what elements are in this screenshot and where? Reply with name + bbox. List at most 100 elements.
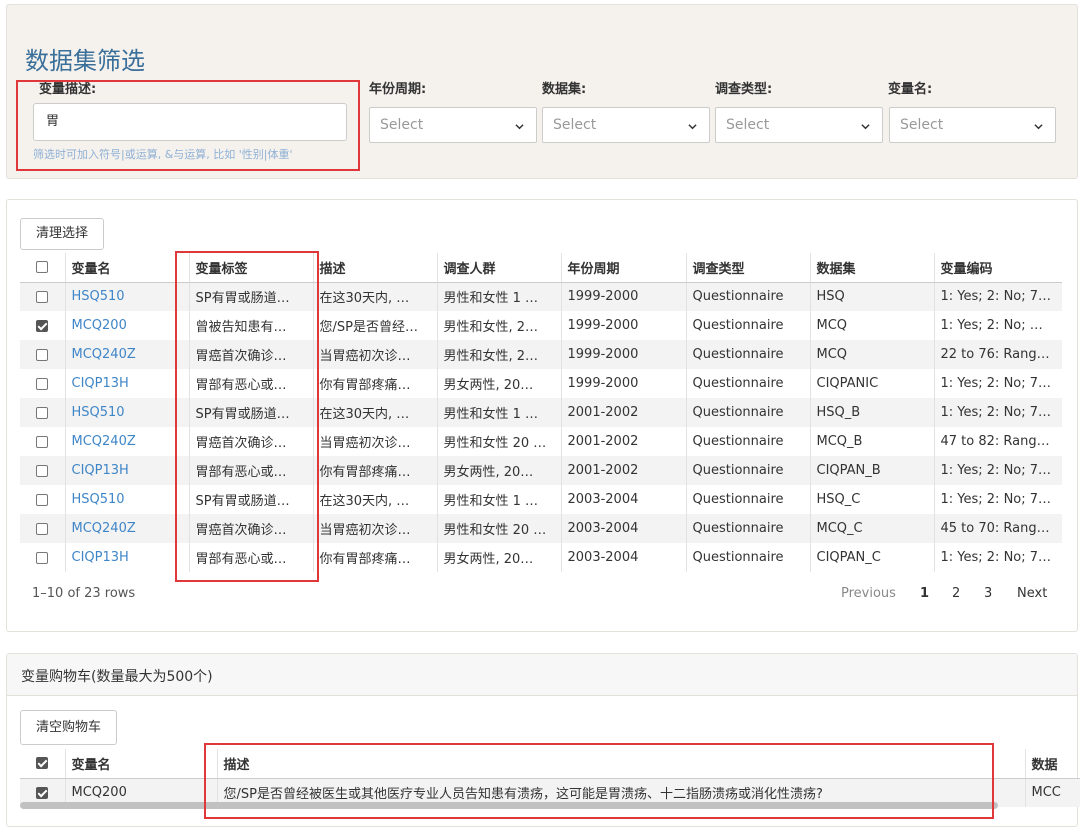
pagination-page-1[interactable]: 1 bbox=[920, 586, 929, 601]
row-checkbox-cell[interactable] bbox=[20, 456, 65, 485]
variable-name-link[interactable]: MCQ240Z bbox=[64, 514, 189, 543]
row-checkbox[interactable] bbox=[36, 435, 49, 448]
var-desc-input[interactable]: 胃 bbox=[33, 103, 347, 141]
row-checkbox-cell[interactable] bbox=[20, 282, 65, 311]
cell-code: 47 to 82: Rang… bbox=[933, 427, 1062, 456]
clear-selection-button[interactable]: 清理选择 bbox=[20, 218, 104, 250]
variable-name-link[interactable]: CIQP13H bbox=[64, 456, 189, 485]
chevron-down-icon bbox=[861, 124, 870, 130]
variable-name-link[interactable]: CIQP13H bbox=[64, 369, 189, 398]
row-checkbox[interactable] bbox=[36, 406, 49, 419]
horizontal-scrollbar[interactable] bbox=[20, 802, 998, 809]
var-name-select[interactable]: Select bbox=[889, 107, 1056, 143]
year-select-value: Select bbox=[380, 117, 424, 133]
variable-name-link[interactable]: MCQ240Z bbox=[64, 340, 189, 369]
row-checkbox-cell[interactable] bbox=[20, 427, 65, 456]
cart-column-header[interactable]: 数据 bbox=[1024, 749, 1080, 779]
filter-title: 数据集筛选 bbox=[25, 47, 145, 75]
row-checkbox[interactable] bbox=[36, 551, 49, 564]
cell-dataset: CIQPAN_B bbox=[809, 456, 934, 485]
cart-column-header[interactable]: 描述 bbox=[216, 749, 1025, 779]
cart-select-all-checkbox[interactable] bbox=[36, 757, 49, 770]
chevron-down-icon bbox=[1034, 124, 1043, 130]
year-label: 年份周期: bbox=[369, 82, 427, 97]
table-row[interactable]: HSQ510 SP有胃或肠道… 在这30天内, … 男性和女性 1 … 2003-200… bbox=[20, 485, 1062, 514]
column-header[interactable]: 变量标签 bbox=[188, 253, 313, 283]
year-select[interactable]: Select bbox=[369, 107, 537, 143]
row-checkbox[interactable] bbox=[36, 319, 49, 332]
cell-year: 1999-2000 bbox=[560, 340, 686, 369]
pagination-next[interactable]: Next bbox=[1017, 586, 1047, 601]
var-name-label: 变量名: bbox=[888, 82, 933, 97]
table-row[interactable]: MCQ240Z 胃癌首次确诊… 当胃癌初次诊… 男性和女性 20 … 2001-2002… bbox=[20, 427, 1062, 456]
cart-row-checkbox[interactable] bbox=[36, 786, 49, 799]
column-header[interactable]: 描述 bbox=[312, 253, 437, 283]
column-header[interactable]: 调查类型 bbox=[685, 253, 810, 283]
row-checkbox-cell[interactable] bbox=[20, 514, 65, 543]
variable-name-link[interactable]: HSQ510 bbox=[64, 282, 189, 311]
cell-dataset: MCQ_B bbox=[809, 427, 934, 456]
chevron-down-icon bbox=[688, 124, 697, 130]
row-checkbox-cell[interactable] bbox=[20, 543, 65, 572]
table-row[interactable]: HSQ510 SP有胃或肠道… 在这30天内, … 男性和女性 1 … 1999-200… bbox=[20, 282, 1062, 311]
cell-label: SP有胃或肠道… bbox=[188, 485, 313, 514]
column-header[interactable]: 年份周期 bbox=[560, 253, 686, 283]
survey-type-select[interactable]: Select bbox=[715, 107, 883, 143]
page-info: 1–10 of 23 rows bbox=[32, 586, 136, 601]
row-checkbox[interactable] bbox=[36, 522, 49, 535]
row-checkbox-cell[interactable] bbox=[20, 485, 65, 514]
variable-name-link[interactable]: CIQP13H bbox=[64, 543, 189, 572]
variable-name-link[interactable]: MCQ240Z bbox=[64, 427, 189, 456]
cell-label: SP有胃或肠道… bbox=[188, 398, 313, 427]
row-checkbox[interactable] bbox=[36, 290, 49, 303]
table-row[interactable]: MCQ240Z 胃癌首次确诊… 当胃癌初次诊… 男性和女性, 2… 1999-2000 Q… bbox=[20, 340, 1062, 369]
table-row[interactable]: CIQP13H 胃部有恶心或… 你有胃部疼痛… 男女两性, 20… 2003-2004 Q… bbox=[20, 543, 1062, 572]
var-name-select-value: Select bbox=[900, 117, 944, 133]
cell-type: Questionnaire bbox=[685, 514, 810, 543]
clear-cart-button[interactable]: 清空购物车 bbox=[20, 710, 117, 745]
cart-column-header[interactable]: 变量名 bbox=[64, 749, 217, 779]
dataset-label: 数据集: bbox=[542, 82, 587, 97]
cell-year: 2003-2004 bbox=[560, 543, 686, 572]
column-header[interactable]: 数据集 bbox=[809, 253, 934, 283]
variable-name-link[interactable]: HSQ510 bbox=[64, 398, 189, 427]
column-header[interactable]: 调查人群 bbox=[436, 253, 561, 283]
cell-dataset: HSQ_C bbox=[809, 485, 934, 514]
cell-population: 男性和女性 1 … bbox=[436, 485, 561, 514]
variable-name-link[interactable]: HSQ510 bbox=[64, 485, 189, 514]
pagination-page-3[interactable]: 3 bbox=[984, 586, 992, 601]
row-checkbox-cell[interactable] bbox=[20, 369, 65, 398]
cell-type: Questionnaire bbox=[685, 398, 810, 427]
table-row[interactable]: MCQ240Z 胃癌首次确诊… 当胃癌初次诊… 男性和女性 20 … 2003-2004… bbox=[20, 514, 1062, 543]
column-header[interactable]: 变量名 bbox=[64, 253, 189, 283]
table-row[interactable]: MCQ200 曾被告知患有… 您/SP是否曾经… 男性和女性, 2… 1999-2000… bbox=[20, 311, 1062, 340]
cell-desc: 在这30天内, … bbox=[312, 398, 437, 427]
row-checkbox[interactable] bbox=[36, 493, 49, 506]
cart-select-all-cell[interactable] bbox=[20, 749, 65, 779]
select-all-checkbox-cell[interactable] bbox=[20, 253, 65, 283]
cell-code: 22 to 76: Rang… bbox=[933, 340, 1062, 369]
row-checkbox-cell[interactable] bbox=[20, 398, 65, 427]
cell-year: 2003-2004 bbox=[560, 514, 686, 543]
cell-label: 胃癌首次确诊… bbox=[188, 340, 313, 369]
row-checkbox[interactable] bbox=[36, 464, 49, 477]
pagination-page-2[interactable]: 2 bbox=[952, 586, 960, 601]
table-row[interactable]: HSQ510 SP有胃或肠道… 在这30天内, … 男性和女性 1 … 2001-200… bbox=[20, 398, 1062, 427]
row-checkbox-cell[interactable] bbox=[20, 311, 65, 340]
cart-table: 变量名 描述 数据 MCQ200 您/SP是否曾经被医生或其他医疗专业人员告知患有… bbox=[20, 749, 1080, 807]
row-checkbox[interactable] bbox=[36, 348, 49, 361]
cell-label: 胃部有恶心或… bbox=[188, 369, 313, 398]
table-row[interactable]: CIQP13H 胃部有恶心或… 你有胃部疼痛… 男女两性, 20… 1999-2000 Q… bbox=[20, 369, 1062, 398]
row-checkbox-cell[interactable] bbox=[20, 340, 65, 369]
cell-dataset: MCQ_C bbox=[809, 514, 934, 543]
table-row[interactable]: CIQP13H 胃部有恶心或… 你有胃部疼痛… 男女两性, 20… 2001-2002 Q… bbox=[20, 456, 1062, 485]
variable-name-link[interactable]: MCQ200 bbox=[64, 311, 189, 340]
cell-desc: 您/SP是否曾经… bbox=[312, 311, 437, 340]
row-checkbox[interactable] bbox=[36, 377, 49, 390]
column-header[interactable]: 变量编码 bbox=[933, 253, 1062, 283]
cell-population: 男性和女性 1 … bbox=[436, 282, 561, 311]
select-all-checkbox[interactable] bbox=[36, 261, 49, 274]
dataset-select[interactable]: Select bbox=[542, 107, 710, 143]
pagination-previous[interactable]: Previous bbox=[841, 586, 896, 601]
cell-desc: 在这30天内, … bbox=[312, 282, 437, 311]
